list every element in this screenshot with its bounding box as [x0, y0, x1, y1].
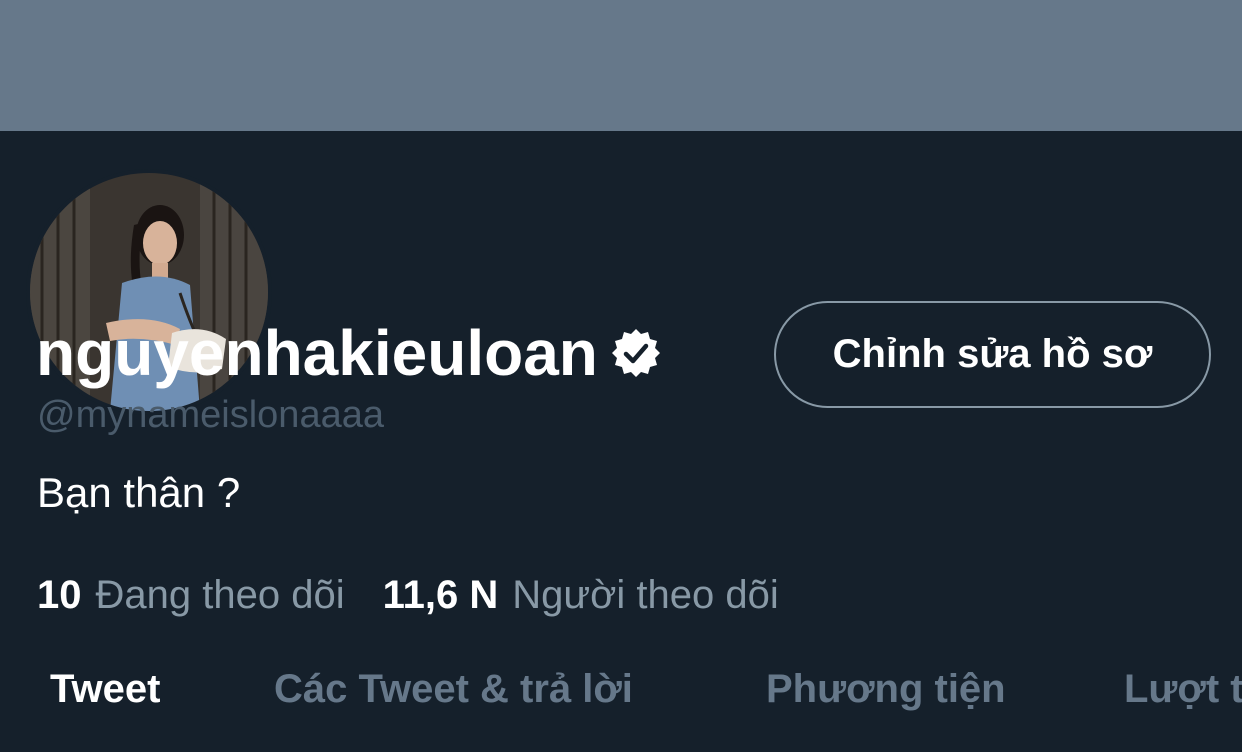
edit-profile-button[interactable]: Chỉnh sửa hồ sơ — [774, 301, 1211, 408]
followers-stat[interactable]: 11,6 N Người theo dõi — [383, 572, 779, 618]
display-name: nguyenhakieuloan — [36, 317, 598, 389]
tab-likes[interactable]: Lượt thích — [1124, 660, 1242, 718]
profile-area: Chỉnh sửa hồ sơ — [0, 131, 1242, 752]
tab-tweets-and-replies[interactable]: Các Tweet & trả lời — [274, 660, 633, 718]
tab-tweets[interactable]: Tweet — [50, 660, 160, 718]
profile-banner[interactable] — [0, 0, 1242, 131]
tab-media[interactable]: Phương tiện — [766, 660, 1006, 718]
display-name-row: nguyenhakieuloan — [36, 318, 662, 388]
profile-stats: 10 Đang theo dõi 11,6 N Người theo dõi — [37, 572, 779, 618]
following-stat[interactable]: 10 Đang theo dõi — [37, 572, 345, 618]
profile-bio: Bạn thân ? — [37, 469, 241, 516]
following-count: 10 — [37, 573, 82, 617]
profile-tabs: Tweet Các Tweet & trả lời Phương tiện Lư… — [0, 660, 1242, 720]
verified-badge-icon — [610, 327, 662, 379]
profile-handle: @mynameislonaaaa — [37, 394, 384, 436]
followers-label: Người theo dõi — [512, 573, 779, 617]
following-label: Đang theo dõi — [95, 573, 345, 617]
followers-count: 11,6 N — [382, 573, 499, 617]
